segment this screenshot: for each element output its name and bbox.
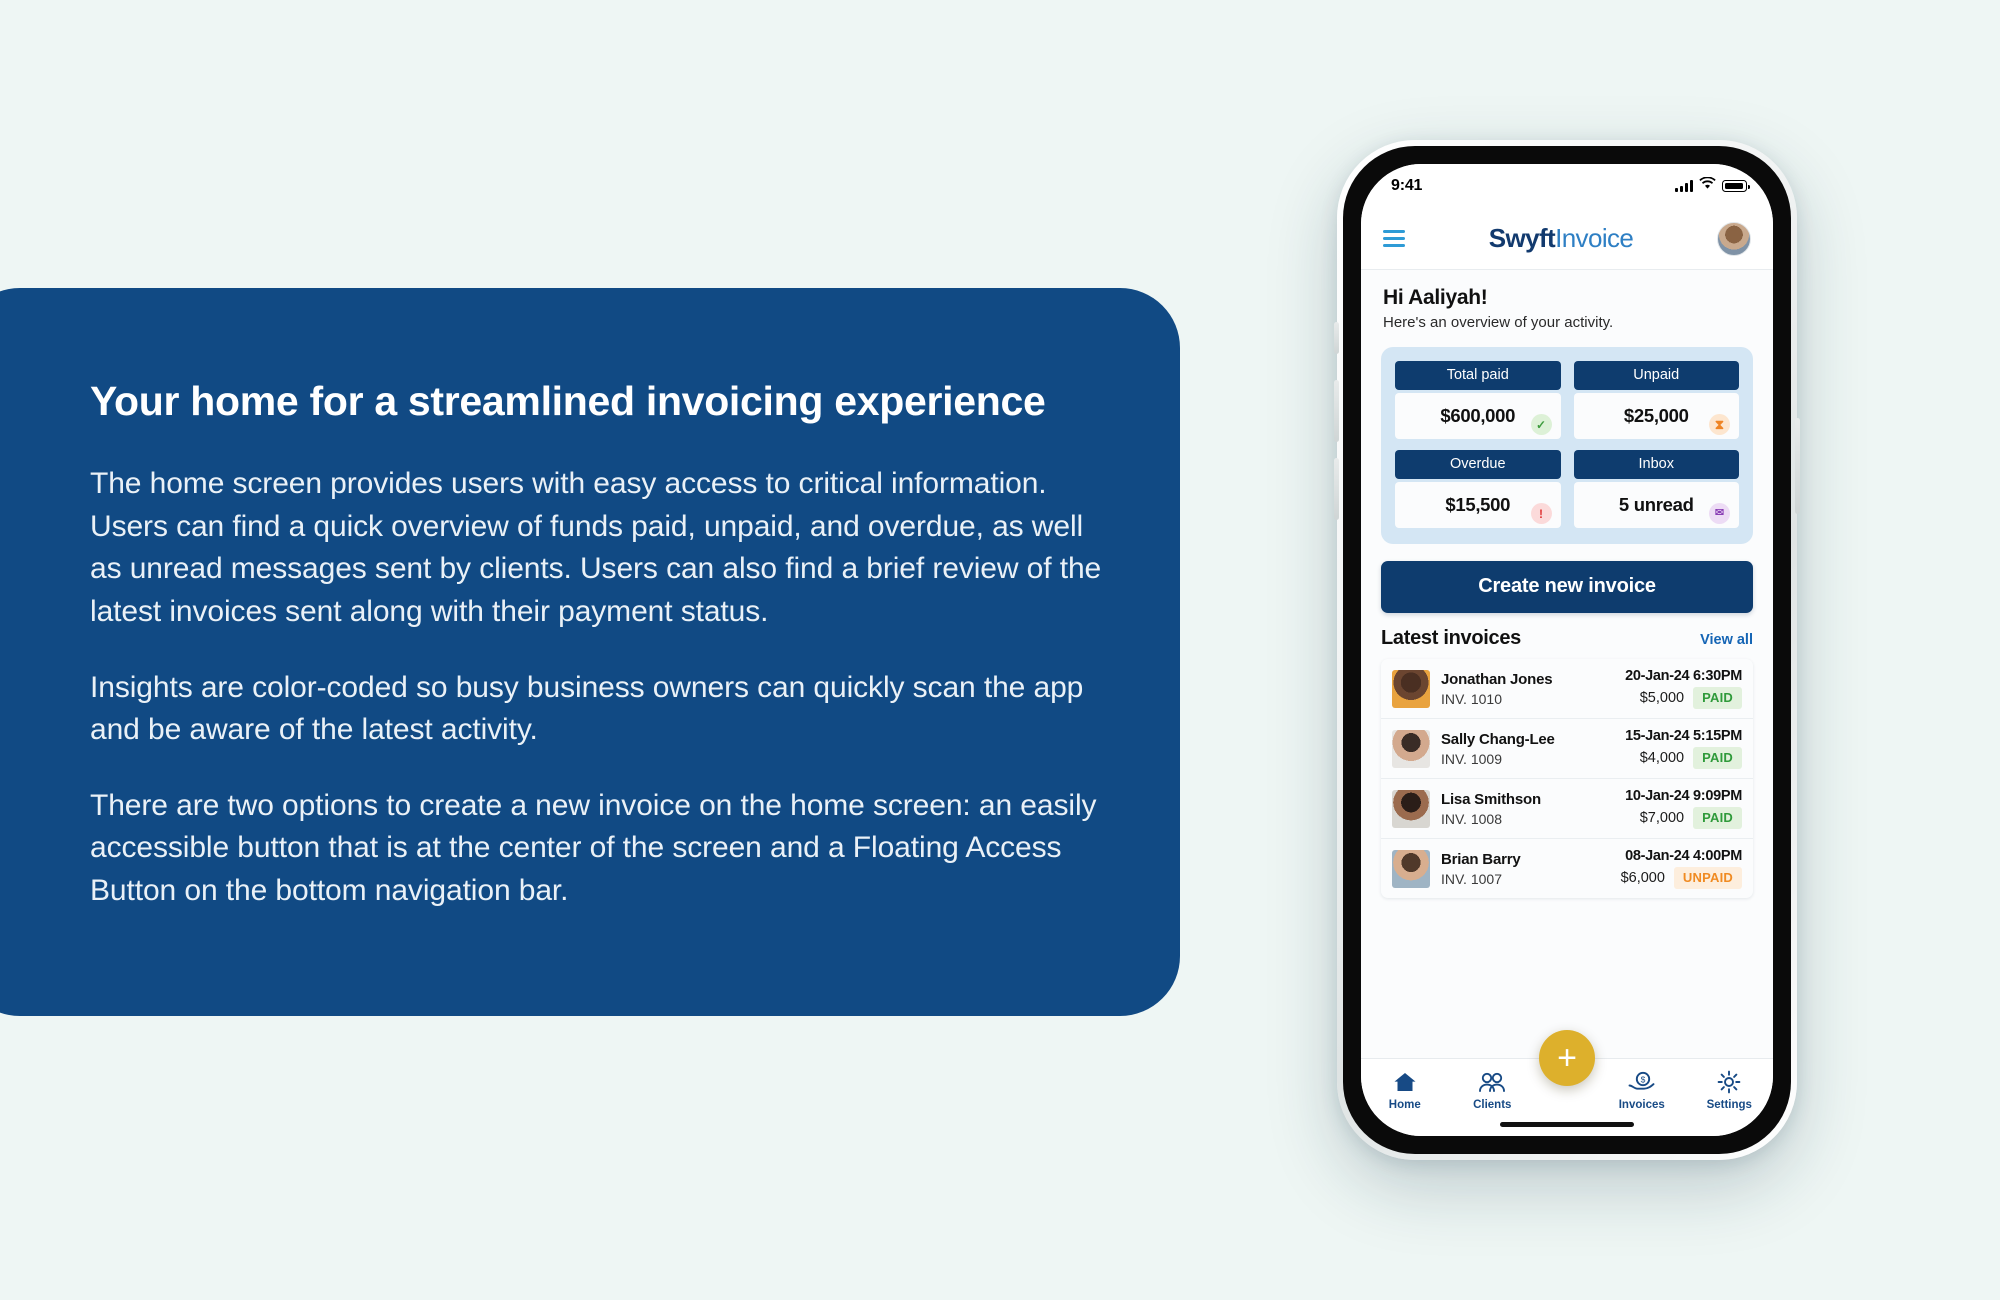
table-row[interactable]: Lisa Smithson INV. 1008 10-Jan-24 9:09PM… [1381,779,1753,839]
app-header: SwyftInvoice [1361,208,1773,270]
avatar [1392,789,1430,828]
latest-invoices-title: Latest invoices [1381,627,1522,649]
stats-panel: Total paid $600,000 ✓ Unpaid $25,000 ⧗ O… [1381,347,1753,544]
volume-down-button[interactable] [1334,458,1339,520]
stat-label: Total paid [1395,361,1561,390]
page-title: Your home for a streamlined invoicing ex… [90,378,1046,424]
brand-name-primary: Swyft [1488,223,1556,253]
status-badge: PAID [1693,687,1742,709]
greeting-heading: Hi Aaliyah! [1383,286,1488,309]
info-paragraph-2: Insights are color-coded so busy busines… [90,670,1084,747]
check-circle-icon: ✓ [1530,414,1552,435]
people-icon [1478,1069,1506,1095]
invoice-number: INV. 1007 [1441,870,1502,887]
home-icon [1393,1069,1417,1095]
nav-label: Invoices [1618,1099,1665,1111]
status-badge: PAID [1693,747,1742,769]
status-bar: 9:41 [1361,164,1773,208]
invoice-number: INV. 1010 [1441,690,1502,707]
nav-label: Clients [1473,1099,1512,1111]
status-bar-time: 9:41 [1391,177,1423,194]
stat-label: Inbox [1573,450,1739,479]
invoice-list: Jonathan Jones INV. 1010 20-Jan-24 6:30P… [1381,659,1753,898]
hand-money-icon: $ [1628,1069,1655,1095]
hourglass-icon: ⧗ [1709,414,1730,435]
nav-item-settings[interactable]: Settings [1686,1069,1774,1111]
phone-mockup: 9:41 SwyftInvoice Hi Aaliyah! Here's an … [1334,140,1800,1160]
create-new-invoice-button[interactable]: Create new invoice [1381,561,1753,613]
wifi-icon [1699,176,1716,195]
svg-text:$: $ [1641,1074,1646,1084]
invoice-date: 15-Jan-24 5:15PM [1625,728,1742,744]
client-name: Brian Barry [1441,850,1521,868]
stat-value: $15,500 [1445,494,1511,515]
info-paragraph-3: There are two options to create a new in… [90,788,1097,907]
app-logo: SwyftInvoice [1489,223,1634,254]
stat-value: $600,000 [1440,405,1516,426]
avatar [1392,849,1430,888]
envelope-icon: ✉ [1709,503,1730,524]
client-name: Lisa Smithson [1441,790,1541,808]
invoice-amount: $4,000 [1639,750,1685,766]
stat-card-total-paid[interactable]: Total paid $600,000 ✓ [1395,361,1561,439]
battery-icon [1722,180,1750,192]
client-name: Sally Chang-Lee [1441,730,1555,748]
invoice-date: 08-Jan-24 4:00PM [1625,848,1742,864]
nav-item-invoices[interactable]: $ Invoices [1598,1069,1686,1111]
invoice-number: INV. 1009 [1441,750,1502,767]
phone-screen: 9:41 SwyftInvoice Hi Aaliyah! Here's an … [1361,164,1773,1136]
avatar[interactable] [1717,221,1751,256]
nav-item-clients[interactable]: Clients [1449,1069,1537,1111]
brand-name-secondary: Invoice [1555,223,1634,253]
greeting-section: Hi Aaliyah! Here's an overview of your a… [1361,270,1773,341]
greeting-subheading: Here's an overview of your activity. [1383,314,1614,331]
gear-icon [1717,1069,1741,1095]
volume-up-button[interactable] [1334,380,1339,442]
app-content: Hi Aaliyah! Here's an overview of your a… [1361,270,1773,1058]
floating-action-button[interactable]: + [1539,1030,1595,1086]
home-indicator[interactable] [1500,1122,1634,1127]
hamburger-menu-icon[interactable] [1383,230,1405,247]
phone-frame: 9:41 SwyftInvoice Hi Aaliyah! Here's an … [1334,140,1800,1160]
invoice-amount: $6,000 [1620,870,1665,886]
avatar [1392,729,1430,768]
table-row[interactable]: Brian Barry INV. 1007 08-Jan-24 4:00PM $… [1381,839,1753,898]
phone-bezel: 9:41 SwyftInvoice Hi Aaliyah! Here's an … [1343,146,1791,1154]
nav-label: Settings [1706,1099,1752,1111]
slide-canvas: Your home for a streamlined invoicing ex… [0,0,2000,1300]
table-row[interactable]: Jonathan Jones INV. 1010 20-Jan-24 6:30P… [1381,659,1753,719]
stat-label: Overdue [1395,450,1561,479]
stat-card-overdue[interactable]: Overdue $15,500 ! [1395,450,1561,528]
info-panel: Your home for a streamlined invoicing ex… [0,288,1180,1016]
invoice-amount: $7,000 [1639,810,1685,826]
invoice-number: INV. 1008 [1441,810,1502,827]
info-paragraph-1: The home screen provides users with easy… [90,467,1102,628]
silent-switch[interactable] [1334,322,1339,354]
nav-item-home[interactable]: Home [1361,1069,1449,1111]
invoice-date: 20-Jan-24 6:30PM [1625,668,1742,684]
view-all-link[interactable]: View all [1700,632,1753,648]
bottom-navigation-area: + Home Clients $ Invoices Settings [1361,1030,1774,1136]
status-badge: UNPAID [1673,867,1742,889]
stat-value: 5 unread [1618,494,1694,515]
stat-card-unpaid[interactable]: Unpaid $25,000 ⧗ [1573,361,1739,439]
table-row[interactable]: Sally Chang-Lee INV. 1009 15-Jan-24 5:15… [1381,719,1753,779]
avatar [1392,669,1430,708]
power-button[interactable] [1795,418,1800,514]
stat-value: $25,000 [1623,405,1689,426]
status-badge: PAID [1693,807,1742,829]
stat-label: Unpaid [1573,361,1739,390]
latest-invoices-header: Latest invoices View all [1381,627,1753,650]
signal-bars-icon [1675,180,1693,192]
stat-card-inbox[interactable]: Inbox 5 unread ✉ [1573,450,1739,528]
nav-label: Home [1388,1099,1421,1111]
exclamation-icon: ! [1530,503,1552,524]
invoice-amount: $5,000 [1639,690,1685,706]
invoice-date: 10-Jan-24 9:09PM [1625,788,1742,804]
client-name: Jonathan Jones [1441,670,1553,688]
